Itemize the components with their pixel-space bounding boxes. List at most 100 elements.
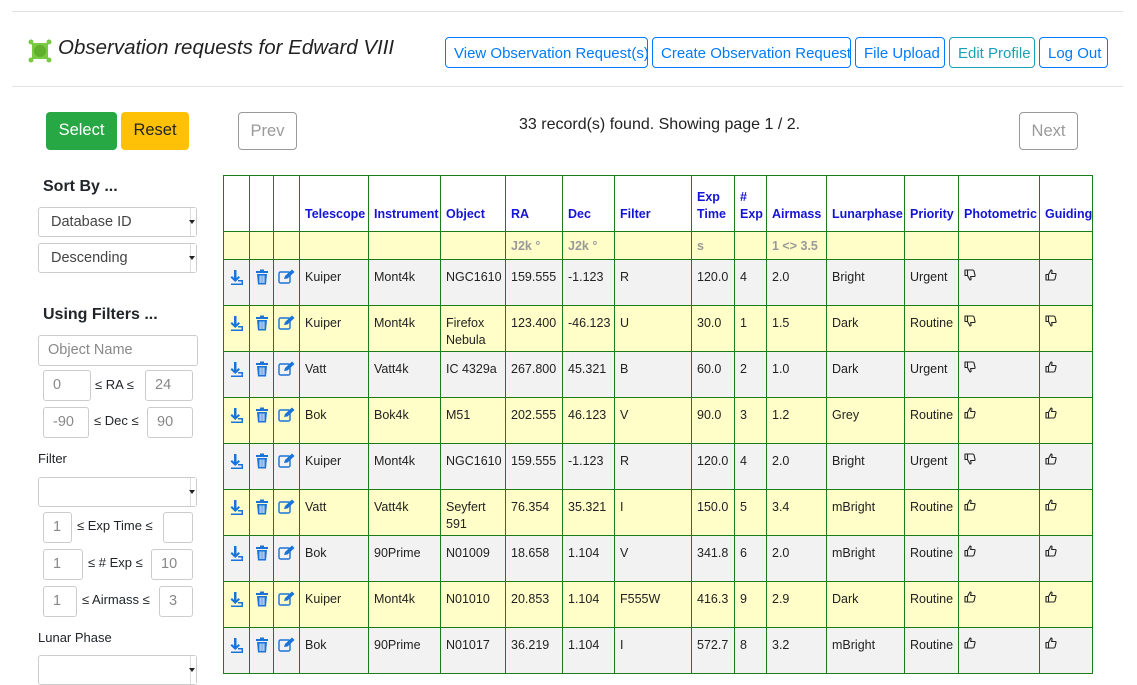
cell-dec: 1.104 bbox=[562, 581, 615, 628]
thumbs-up-icon bbox=[1045, 637, 1057, 652]
unit-cell bbox=[368, 231, 441, 260]
edit-button[interactable] bbox=[273, 535, 300, 582]
edit-icon bbox=[278, 269, 295, 284]
cell-photometric bbox=[958, 351, 1040, 398]
table-row: Vatt Vatt4k IC 4329a 267.800 45.321 B 60.0 2 1.0… bbox=[223, 351, 1093, 398]
cell-ra: 36.219 bbox=[505, 627, 563, 674]
edit-button[interactable] bbox=[273, 351, 300, 398]
edit-button[interactable] bbox=[273, 305, 300, 352]
download-button[interactable] bbox=[223, 351, 250, 398]
edit-button[interactable] bbox=[273, 397, 300, 444]
cell-airmass: 1.2 bbox=[766, 397, 827, 444]
cell-dec: -1.123 bbox=[562, 443, 615, 490]
delete-button[interactable] bbox=[249, 443, 274, 490]
table-row: Bok 90Prime N01009 18.658 1.104 V 341.8 6 2.0 mBr… bbox=[223, 535, 1093, 582]
exptime-min-input[interactable]: 1 bbox=[43, 512, 72, 543]
download-button[interactable] bbox=[223, 581, 250, 628]
delete-button[interactable] bbox=[249, 351, 274, 398]
delete-button[interactable] bbox=[249, 535, 274, 582]
download-button[interactable] bbox=[223, 535, 250, 582]
col-ra[interactable]: RA bbox=[505, 175, 563, 232]
col-airmass[interactable]: Airmass bbox=[766, 175, 827, 232]
logo-icon bbox=[28, 39, 52, 63]
delete-button[interactable] bbox=[249, 489, 274, 536]
download-button[interactable] bbox=[223, 489, 250, 536]
sort-field-select[interactable]: Database ID bbox=[38, 207, 197, 237]
edit-button[interactable] bbox=[273, 259, 300, 306]
col-guiding[interactable]: Guiding bbox=[1039, 175, 1093, 232]
col-filter[interactable]: Filter bbox=[614, 175, 692, 232]
airmass-max-input[interactable]: 3 bbox=[159, 586, 193, 617]
download-button[interactable] bbox=[223, 443, 250, 490]
edit-icon bbox=[278, 361, 295, 376]
edit-button[interactable] bbox=[273, 443, 300, 490]
cell-nexp: 1 bbox=[734, 305, 767, 352]
delete-button[interactable] bbox=[249, 581, 274, 628]
reset-button[interactable]: Reset bbox=[121, 112, 189, 150]
col-nexp[interactable]: # Exp bbox=[734, 175, 767, 232]
filter-select[interactable] bbox=[38, 477, 197, 507]
sort-order-select[interactable]: Descending bbox=[38, 243, 197, 273]
dec-max-input[interactable]: 90 bbox=[147, 407, 193, 438]
delete-button[interactable] bbox=[249, 259, 274, 306]
cell-dec: 46.123 bbox=[562, 397, 615, 444]
object-name-input[interactable]: Object Name bbox=[38, 335, 198, 366]
delete-button[interactable] bbox=[249, 627, 274, 674]
cell-ra: 18.658 bbox=[505, 535, 563, 582]
cell-nexp: 6 bbox=[734, 535, 767, 582]
cell-nexp: 8 bbox=[734, 627, 767, 674]
download-button[interactable] bbox=[223, 627, 250, 674]
nav-edit-profile[interactable]: Edit Profile bbox=[949, 37, 1035, 68]
col-dec[interactable]: Dec bbox=[562, 175, 615, 232]
airmass-min-input[interactable]: 1 bbox=[43, 586, 77, 617]
col-exptime[interactable]: Exp Time bbox=[691, 175, 735, 232]
trash-icon bbox=[255, 269, 269, 285]
ra-max-input[interactable]: 24 bbox=[145, 370, 193, 401]
cell-dec: 45.321 bbox=[562, 351, 615, 398]
download-button[interactable] bbox=[223, 305, 250, 352]
next-button[interactable]: Next bbox=[1019, 112, 1078, 150]
edit-button[interactable] bbox=[273, 581, 300, 628]
dec-min-input[interactable]: -90 bbox=[43, 407, 89, 438]
cell-priority: Routine bbox=[904, 489, 959, 536]
edit-button[interactable] bbox=[273, 489, 300, 536]
thumbs-up-icon bbox=[1045, 591, 1057, 606]
edit-icon bbox=[278, 315, 295, 330]
exptime-max-input[interactable] bbox=[163, 512, 193, 543]
cell-priority: Urgent bbox=[904, 351, 959, 398]
lunar-phase-select[interactable] bbox=[38, 655, 197, 685]
cell-guiding bbox=[1039, 489, 1093, 536]
cell-lunarphase: Dark bbox=[826, 305, 905, 352]
thumbs-up-icon bbox=[964, 591, 976, 606]
col-lunarphase[interactable]: Lunarphase bbox=[826, 175, 905, 232]
trash-icon bbox=[255, 407, 269, 423]
nexp-max-input[interactable]: 10 bbox=[151, 549, 193, 580]
cell-object: Firefox Nebula bbox=[440, 305, 506, 352]
nav-file-upload[interactable]: File Upload bbox=[855, 37, 945, 68]
nav-view-requests[interactable]: View Observation Request(s) bbox=[445, 37, 649, 68]
prev-button[interactable]: Prev bbox=[238, 112, 297, 150]
download-button[interactable] bbox=[223, 259, 250, 306]
col-priority[interactable]: Priority bbox=[904, 175, 959, 232]
delete-button[interactable] bbox=[249, 397, 274, 444]
cell-lunarphase: Dark bbox=[826, 581, 905, 628]
col-instrument[interactable]: Instrument bbox=[368, 175, 441, 232]
cell-guiding bbox=[1039, 627, 1093, 674]
delete-button[interactable] bbox=[249, 305, 274, 352]
edit-button[interactable] bbox=[273, 627, 300, 674]
cell-nexp: 5 bbox=[734, 489, 767, 536]
unit-airmass: 1 <> 3.5 bbox=[766, 231, 827, 260]
cell-guiding bbox=[1039, 581, 1093, 628]
ra-min-input[interactable]: 0 bbox=[43, 370, 91, 401]
col-object[interactable]: Object bbox=[440, 175, 506, 232]
nav-log-out[interactable]: Log Out bbox=[1039, 37, 1108, 68]
select-button[interactable]: Select bbox=[46, 112, 117, 150]
col-photometric[interactable]: Photometric bbox=[958, 175, 1040, 232]
thumbs-down-icon bbox=[964, 453, 976, 468]
nav-create-request[interactable]: Create Observation Request bbox=[652, 37, 851, 68]
cell-photometric bbox=[958, 443, 1040, 490]
download-button[interactable] bbox=[223, 397, 250, 444]
col-telescope[interactable]: Telescope bbox=[299, 175, 369, 232]
nexp-min-input[interactable]: 1 bbox=[43, 549, 83, 580]
cell-instrument: Vatt4k bbox=[368, 489, 441, 536]
